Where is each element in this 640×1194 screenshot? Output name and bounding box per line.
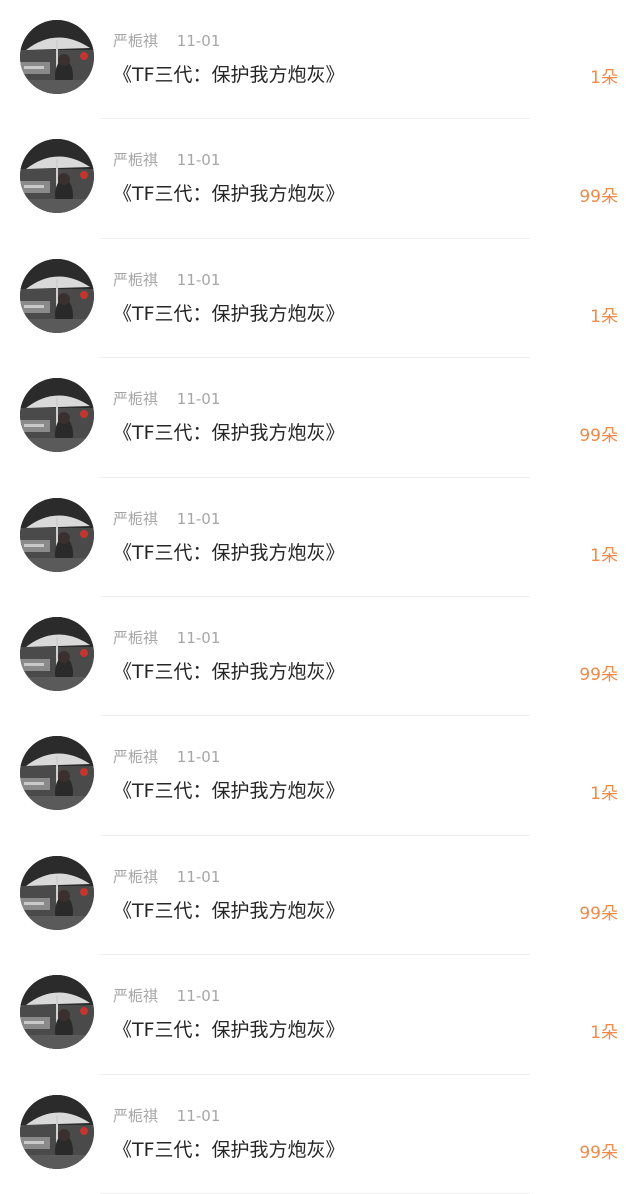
avatar[interactable] (20, 497, 94, 572)
item-title[interactable]: 《TF三代：保护我方炮灰》 (113, 60, 345, 87)
avatar-image (20, 20, 94, 94)
timestamp: 11-01 (176, 390, 221, 409)
avatar-image (20, 378, 94, 453)
item-title[interactable]: 《TF三代：保护我方炮灰》 (113, 299, 345, 326)
gift-count: 99朵 (579, 1142, 618, 1163)
avatar-image (20, 1094, 94, 1169)
timestamp: 11-01 (176, 867, 221, 886)
item-title[interactable]: 《TF三代：保护我方炮灰》 (113, 657, 345, 684)
list-item[interactable]: 严栀祺 11-01 《TF三代：保护我方炮灰》 99朵 (0, 597, 640, 717)
gift-list: 严栀祺 11-01 《TF三代：保护我方炮灰》 1朵 严栀祺 11-01 《TF… (0, 0, 640, 1194)
item-title[interactable]: 《TF三代：保护我方炮灰》 (113, 418, 345, 445)
gift-count: 99朵 (579, 187, 618, 208)
avatar-image (20, 258, 94, 333)
avatar-image (20, 139, 94, 214)
timestamp: 11-01 (176, 748, 221, 767)
username[interactable]: 严栀祺 (113, 629, 158, 647)
timestamp: 11-01 (176, 32, 221, 50)
username[interactable]: 严栀祺 (113, 390, 158, 408)
timestamp: 11-01 (176, 270, 221, 289)
item-title[interactable]: 《TF三代：保护我方炮灰》 (113, 896, 345, 923)
list-item[interactable]: 严栀祺 11-01 《TF三代：保护我方炮灰》 99朵 (0, 119, 640, 239)
list-item[interactable]: 严栀祺 11-01 《TF三代：保护我方炮灰》 1朵 (0, 716, 640, 836)
avatar-image (20, 497, 94, 572)
list-item[interactable]: 严栀祺 11-01 《TF三代：保护我方炮灰》 1朵 (0, 239, 640, 359)
list-item[interactable]: 严栀祺 11-01 《TF三代：保护我方炮灰》 1朵 (0, 478, 640, 597)
item-title[interactable]: 《TF三代：保护我方炮灰》 (113, 538, 345, 565)
username[interactable]: 严栀祺 (113, 151, 158, 169)
item-title[interactable]: 《TF三代：保护我方炮灰》 (113, 1015, 345, 1042)
avatar[interactable] (20, 975, 94, 1050)
username[interactable]: 严栀祺 (113, 868, 158, 886)
avatar[interactable] (20, 736, 94, 811)
timestamp: 11-01 (176, 509, 221, 528)
timestamp: 11-01 (176, 1106, 221, 1125)
avatar[interactable] (20, 617, 94, 691)
timestamp: 11-01 (176, 987, 221, 1006)
gift-count: 99朵 (579, 903, 618, 924)
gift-count: 1朵 (590, 1023, 618, 1044)
gift-count: 1朵 (590, 545, 618, 566)
username[interactable]: 严栀祺 (113, 987, 158, 1005)
username[interactable]: 严栀祺 (113, 510, 158, 528)
timestamp: 11-01 (176, 151, 221, 170)
list-item[interactable]: 严栀祺 11-01 《TF三代：保护我方炮灰》 99朵 (0, 1075, 640, 1194)
item-title[interactable]: 《TF三代：保护我方炮灰》 (113, 1135, 345, 1162)
gift-count: 99朵 (579, 665, 618, 685)
avatar-image (20, 736, 94, 811)
item-title[interactable]: 《TF三代：保护我方炮灰》 (113, 776, 345, 803)
item-title[interactable]: 《TF三代：保护我方炮灰》 (113, 179, 345, 206)
avatar[interactable] (20, 855, 94, 930)
avatar[interactable] (20, 1094, 94, 1169)
list-item[interactable]: 严栀祺 11-01 《TF三代：保护我方炮灰》 1朵 (0, 955, 640, 1075)
avatar[interactable] (20, 258, 94, 333)
gift-count: 1朵 (590, 68, 618, 88)
avatar[interactable] (20, 20, 94, 94)
timestamp: 11-01 (176, 629, 221, 647)
list-item[interactable]: 严栀祺 11-01 《TF三代：保护我方炮灰》 99朵 (0, 836, 640, 956)
username[interactable]: 严栀祺 (113, 271, 158, 289)
list-item[interactable]: 严栀祺 11-01 《TF三代：保护我方炮灰》 99朵 (0, 358, 640, 478)
avatar-image (20, 975, 94, 1050)
avatar-image (20, 617, 94, 691)
gift-count: 1朵 (590, 784, 618, 805)
list-item[interactable]: 严栀祺 11-01 《TF三代：保护我方炮灰》 1朵 (0, 0, 640, 120)
username[interactable]: 严栀祺 (113, 32, 158, 50)
avatar[interactable] (20, 139, 94, 214)
username[interactable]: 严栀祺 (113, 1107, 158, 1125)
avatar[interactable] (20, 378, 94, 453)
gift-count: 1朵 (590, 306, 618, 327)
avatar-image (20, 855, 94, 930)
gift-count: 99朵 (579, 426, 618, 447)
username[interactable]: 严栀祺 (113, 748, 158, 766)
